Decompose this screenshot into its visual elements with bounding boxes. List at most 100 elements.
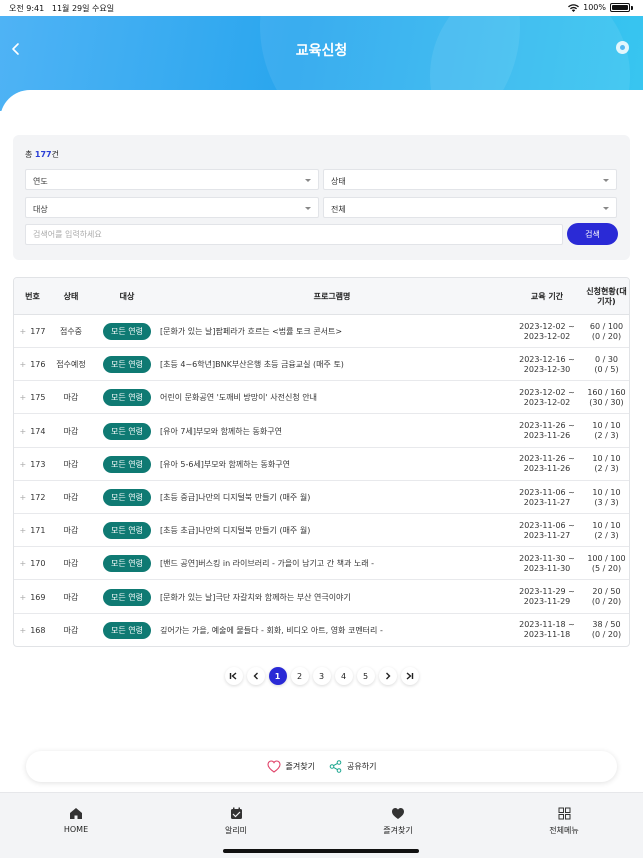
row-period: 2023-11-30 ~2023-11-30 [508, 547, 586, 580]
page-button-1[interactable]: 1 [268, 667, 287, 685]
period-start: 2023-11-29 ~ [519, 587, 575, 597]
page-button-5[interactable]: 5 [356, 667, 375, 685]
row-bullet: + [19, 459, 27, 469]
application-count: 10 / 10 [592, 421, 621, 431]
row-number: +175 [14, 381, 51, 414]
caret-down-icon [603, 207, 609, 210]
row-bullet: + [19, 360, 27, 370]
waitlist-count: (2 / 3) [594, 464, 619, 474]
row-program-title[interactable]: [초등 4~6학년]BNK부산은행 초등 금융교실 (매주 토) [160, 348, 504, 381]
row-program-title[interactable]: [문화가 있는 날]극단 자갈치와 함께하는 부산 연극이야기 [160, 581, 504, 614]
period-start: 2023-11-18 ~ [519, 620, 575, 630]
row-number-text: 176 [30, 360, 46, 370]
row-program-title[interactable]: [문화가 있는 날]팝페라가 흐르는 <법률 토크 콘서트> [160, 315, 504, 348]
row-number-text: 172 [30, 493, 46, 502]
page-button-3[interactable]: 3 [312, 667, 331, 685]
row-number: +173 [14, 448, 51, 481]
prev-page-button[interactable] [246, 667, 265, 685]
nav-notice[interactable]: 알리미 [186, 807, 286, 836]
next-page-button[interactable] [378, 667, 397, 685]
nav-favorites[interactable]: 즐겨찾기 [348, 807, 448, 836]
search-button[interactable]: 검색 [567, 223, 618, 245]
period-start: 2023-11-30 ~ [519, 553, 575, 563]
table-row[interactable]: +177 접수중 모든 연령 [문화가 있는 날]팝페라가 흐르는 <법률 토크 콘서… [14, 315, 629, 348]
row-period: 2023-11-18 ~2023-11-18 [508, 614, 586, 646]
target-badge: 모든 연령 [103, 389, 151, 407]
share-button[interactable]: 공유하기 [329, 760, 376, 773]
nav-all-menu[interactable]: 전체메뉴 [514, 807, 614, 836]
row-program-title[interactable]: [밴드 공연]버스킹 in 라이브러리 - 가을이 남기고 간 책과 노래 - [160, 547, 504, 580]
table-row[interactable]: +171 마감 모든 연령 [초등 초급]나만의 디지털북 만들기 (매주 월) 202… [14, 514, 629, 548]
row-status: 마감 [63, 592, 79, 602]
nav-home[interactable]: HOME [26, 807, 126, 834]
table-header: 번호 상태 대상 프로그램명 교육 기간 신청현황(대기자) [14, 278, 629, 315]
target-select[interactable]: 대상 [25, 197, 319, 218]
row-application: 10 / 10 (2 / 3) [582, 514, 629, 547]
row-program-title[interactable]: [유아 5-6세]부모와 함께하는 동화구연 [160, 448, 504, 481]
row-number-text: 177 [30, 327, 46, 336]
row-status: 마감 [63, 459, 79, 469]
row-program-title[interactable]: [초등 중급]나만의 디지털북 만들기 (매주 월) [160, 481, 504, 514]
status-select-value: 상태 [331, 177, 346, 186]
nav-favorites-label: 즐겨찾기 [383, 826, 413, 835]
row-application: 60 / 100 (0 / 20) [582, 315, 629, 348]
row-number: +168 [14, 614, 51, 646]
status-time-text: 오전 9:41 [9, 4, 45, 13]
search-field-select[interactable]: 전체 [323, 197, 617, 218]
search-field-select-value: 전체 [331, 205, 346, 214]
period-end: 2023-12-02 [523, 397, 571, 407]
application-count: 10 / 10 [592, 487, 621, 497]
caret-down-icon [305, 179, 311, 182]
row-application: 10 / 10 (3 / 3) [582, 481, 629, 514]
table-row[interactable]: +169 마감 모든 연령 [문화가 있는 날]극단 자갈치와 함께하는 부산 연극이… [14, 581, 629, 614]
table-row[interactable]: +175 마감 모든 연령 어린이 문화공연 '도깨비 방망이' 사전신청 안내 202… [14, 381, 629, 415]
target-badge: 모든 연령 [103, 455, 151, 473]
row-program-title[interactable]: 깊어가는 가을, 예술에 물들다 - 회화, 비디오 아트, 영화 코멘터리 - [160, 614, 504, 646]
table-row[interactable]: +172 마감 모든 연령 [초등 중급]나만의 디지털북 만들기 (매주 월) 202… [14, 481, 629, 514]
row-bullet: + [19, 559, 27, 569]
target-badge: 모든 연령 [103, 422, 151, 440]
row-period: 2023-12-02 ~2023-12-02 [508, 315, 586, 348]
waitlist-count: (3 / 3) [594, 497, 619, 507]
row-program-title[interactable]: 어린이 문화공연 '도깨비 방망이' 사전신청 안내 [160, 381, 504, 414]
row-bullet: + [19, 625, 27, 635]
period-end: 2023-11-27 [523, 530, 571, 540]
settings-button[interactable] [616, 41, 629, 54]
row-status: 마감 [63, 493, 79, 502]
table-row[interactable]: +170 마감 모든 연령 [밴드 공연]버스킹 in 라이브러리 - 가을이 남기고… [14, 547, 629, 581]
table-row[interactable]: +168 마감 모든 연령 깊어가는 가을, 예술에 물들다 - 회화, 비디오 아트… [14, 614, 629, 646]
row-application: 160 / 160 (30 / 30) [582, 381, 629, 414]
row-program-title[interactable]: [유아 7세]부모와 함께하는 동화구연 [160, 415, 504, 448]
period-start: 2023-12-16 ~ [519, 354, 575, 364]
waitlist-count: (0 / 20) [591, 597, 622, 607]
nav-home-label: HOME [63, 825, 89, 834]
table-row[interactable]: +174 마감 모든 연령 [유아 7세]부모와 함께하는 동화구연 2023-11-2… [14, 415, 629, 448]
row-application: 100 / 100 (5 / 20) [582, 547, 629, 580]
first-page-button[interactable] [224, 667, 243, 685]
table-row[interactable]: +176 접수예정 모든 연령 [초등 4~6학년]BNK부산은행 초등 금융교실 (… [14, 348, 629, 382]
grid-icon [558, 807, 570, 820]
application-count: 0 / 30 [594, 354, 619, 364]
page-button-4[interactable]: 4 [334, 667, 353, 685]
header-application: 신청현황(대기자) [586, 286, 627, 306]
status-time: 오전 9:41 11월 29일 수요일 [9, 3, 114, 14]
share-icon [329, 760, 342, 773]
target-badge: 모든 연령 [103, 356, 151, 374]
application-count: 160 / 160 [587, 387, 626, 397]
row-program-title[interactable]: [초등 초급]나만의 디지털북 만들기 (매주 월) [160, 514, 504, 547]
favorite-button[interactable]: 즐겨찾기 [266, 760, 315, 773]
table-row[interactable]: +173 마감 모든 연령 [유아 5-6세]부모와 함께하는 동화구연 2023-11… [14, 448, 629, 481]
search-input[interactable] [25, 224, 563, 245]
year-select-value: 연도 [33, 177, 48, 186]
year-select[interactable]: 연도 [25, 169, 319, 190]
page-button-2[interactable]: 2 [290, 667, 309, 685]
application-count: 100 / 100 [587, 553, 626, 563]
last-page-button[interactable] [400, 667, 419, 685]
share-bar: 즐겨찾기 공유하기 [26, 751, 617, 782]
header-period: 교육 기간 [530, 291, 564, 301]
row-target: 모든 연령 [91, 315, 163, 348]
status-select[interactable]: 상태 [323, 169, 617, 190]
home-icon [70, 808, 82, 819]
row-number-text: 171 [30, 526, 46, 536]
row-application: 10 / 10 (2 / 3) [582, 415, 629, 448]
